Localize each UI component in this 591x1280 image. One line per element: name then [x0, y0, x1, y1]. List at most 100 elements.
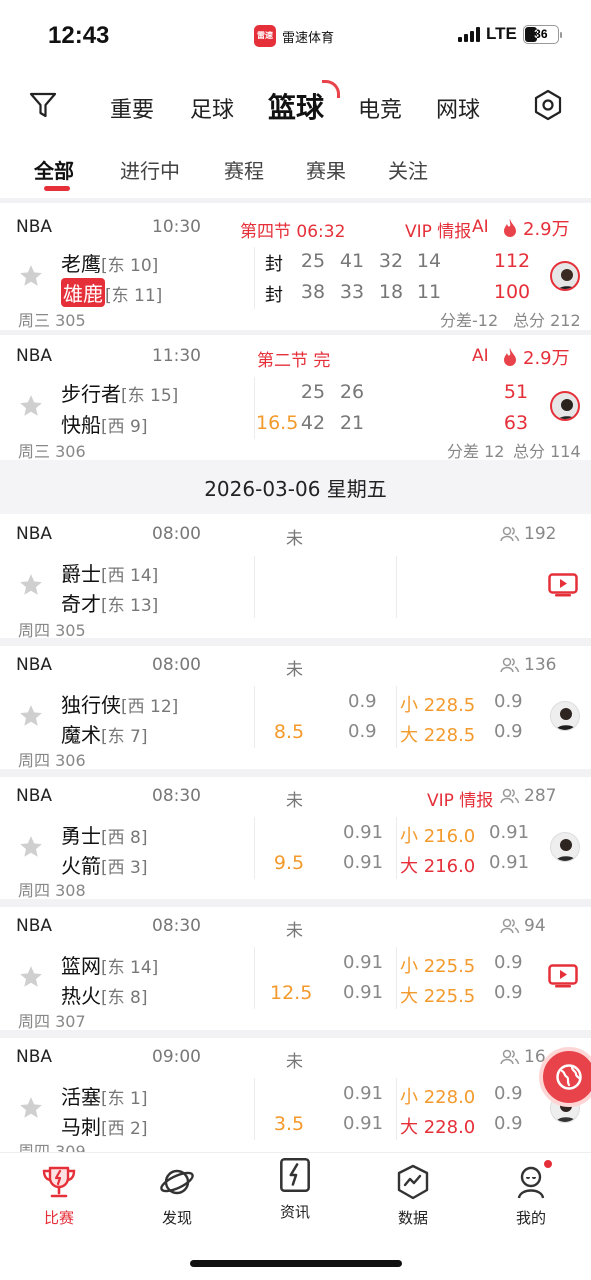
- quarter-score: 41: [339, 250, 365, 272]
- match-day-number: 周三 306: [18, 442, 86, 461]
- vip-intel-link[interactable]: VIP 情报: [405, 217, 471, 242]
- live-video-icon[interactable]: [548, 964, 578, 988]
- league: NBA: [16, 916, 53, 936]
- match-card[interactable]: NBA 11:30 第二节 完 AI 2.9万 步行者 [东 15] 快船 [西 9…: [0, 335, 591, 461]
- over-under-line: 大 228.5: [400, 721, 475, 747]
- divider: [0, 769, 591, 777]
- team-rank: [西 9]: [101, 417, 148, 437]
- over-under-line: 大 225.5: [400, 982, 475, 1008]
- users-icon: [500, 657, 520, 673]
- person-icon: [555, 708, 577, 730]
- star-icon[interactable]: [18, 964, 44, 990]
- match-card[interactable]: NBA 09:00 未 16 活塞 [东 1] 马刺 [西 2] 0.91 小 22…: [0, 1038, 591, 1152]
- handicap-value: 3.5: [273, 1113, 305, 1135]
- odds-value: 0.9: [494, 691, 523, 712]
- divider: [254, 247, 255, 309]
- match-card[interactable]: NBA 08:00 未 192 爵士 [西 14] 奇才 [东 13] 周四 305: [0, 514, 591, 640]
- sport-tab-basketball[interactable]: 篮球: [268, 86, 324, 126]
- match-card[interactable]: NBA 10:30 第四节 06:32 VIP 情报 AI 2.9万 老鹰 [东 …: [0, 203, 591, 330]
- sport-tab-esports[interactable]: 电竞: [358, 92, 402, 124]
- live-video-icon[interactable]: [548, 573, 578, 597]
- quarter-score: 38: [300, 281, 326, 303]
- over-under-line: 小 228.5: [400, 691, 475, 717]
- team-rank: [东 10]: [101, 256, 159, 276]
- league: NBA: [16, 1047, 53, 1067]
- expert-avatar[interactable]: [550, 832, 580, 862]
- odds-value: 0.9: [494, 1113, 523, 1134]
- sport-tab-football[interactable]: 足球: [190, 92, 234, 124]
- star-icon[interactable]: [18, 834, 44, 860]
- quarter-score: 18: [378, 281, 404, 303]
- tab-profile[interactable]: 我的: [491, 1163, 571, 1228]
- heat: 2.9万: [501, 215, 570, 241]
- total-points: 总分 212: [513, 311, 581, 330]
- app-logo-icon: 雷速: [254, 25, 276, 47]
- tab-label: 我的: [515, 1209, 546, 1227]
- over-under-line: 小 228.0: [400, 1083, 475, 1109]
- status-indicators: LTE 36: [458, 24, 562, 44]
- away-team: 马刺 [西 2]: [61, 1111, 147, 1140]
- match-card[interactable]: NBA 08:00 未 136 独行侠 [西 12] 魔术 [东 7] 0.9 小 …: [0, 646, 591, 770]
- match-card[interactable]: NBA 08:30 未 VIP 情报 287 勇士 [西 8] 火箭 [西 3] 0…: [0, 777, 591, 900]
- team-rank: [东 11]: [105, 286, 163, 306]
- flame-icon: [504, 348, 516, 366]
- quarter-score: 32: [378, 250, 404, 272]
- away-team: 快船 [西 9]: [61, 409, 147, 438]
- notification-dot: [542, 1158, 554, 1170]
- star-icon[interactable]: [18, 572, 44, 598]
- follower-count-value: 287: [524, 786, 557, 806]
- team-name: 马刺: [61, 1115, 101, 1139]
- league: NBA: [16, 655, 53, 675]
- match-time: 08:30: [152, 916, 201, 936]
- follower-count: 192: [500, 524, 556, 544]
- sport-tab-important[interactable]: 重要: [110, 92, 154, 124]
- expert-avatar[interactable]: [550, 701, 580, 731]
- team-rank: [东 13]: [101, 596, 159, 616]
- team-name: 爵士: [61, 562, 101, 586]
- total-points: 总分 114: [513, 442, 581, 461]
- filter-icon[interactable]: [28, 90, 58, 120]
- tab-discover[interactable]: 发现: [137, 1163, 217, 1228]
- match-time: 11:30: [152, 346, 201, 366]
- sport-tab-tennis[interactable]: 网球: [436, 92, 480, 124]
- star-icon[interactable]: [18, 393, 44, 419]
- subtab-results[interactable]: 赛果: [306, 155, 346, 184]
- match-card[interactable]: NBA 08:30 未 94 篮网 [东 14] 热火 [东 8] 0.91 小 2…: [0, 907, 591, 1031]
- app-name: 雷速体育: [282, 30, 335, 46]
- star-icon[interactable]: [18, 1095, 44, 1121]
- divider: [0, 638, 591, 646]
- match-time: 09:00: [152, 1047, 201, 1067]
- tab-matches[interactable]: 比赛: [19, 1163, 99, 1228]
- match-time: 10:30: [152, 217, 201, 237]
- over-line: 大 228.0: [400, 1117, 476, 1138]
- subtab-follow[interactable]: 关注: [388, 155, 428, 184]
- subtab-live[interactable]: 进行中: [120, 155, 180, 184]
- match-status: 未: [286, 529, 303, 549]
- match-time: 08:00: [152, 524, 201, 544]
- floating-globe-button[interactable]: [539, 1047, 591, 1107]
- subtab-schedule[interactable]: 赛程: [224, 155, 264, 184]
- tab-data[interactable]: 数据: [373, 1163, 453, 1228]
- star-icon[interactable]: [18, 703, 44, 729]
- expert-avatar[interactable]: [550, 261, 580, 291]
- star-icon[interactable]: [18, 263, 44, 289]
- expert-avatar[interactable]: [550, 391, 580, 421]
- team-rank: [西 3]: [101, 858, 148, 878]
- divider: [254, 817, 255, 879]
- heat: 2.9万: [501, 344, 570, 370]
- over-line: 大 216.0: [400, 856, 476, 877]
- vip-intel-link[interactable]: VIP 情报: [427, 786, 493, 811]
- settings-icon[interactable]: [533, 89, 563, 121]
- quarter-score: 42: [300, 412, 326, 434]
- match-day-number: 周四 309: [18, 1142, 86, 1152]
- subtab-all[interactable]: 全部: [34, 155, 74, 184]
- under-line: 小 228.0: [400, 1087, 476, 1108]
- ai-link[interactable]: AI: [472, 346, 489, 366]
- tab-news[interactable]: 资讯: [255, 1155, 335, 1222]
- person-icon: [558, 269, 576, 289]
- users-icon: [500, 918, 520, 934]
- quarter-score: 21: [339, 412, 365, 434]
- ai-link[interactable]: AI: [472, 217, 489, 237]
- battery-level: 36: [534, 27, 548, 41]
- odds-value: 0.91: [343, 952, 384, 973]
